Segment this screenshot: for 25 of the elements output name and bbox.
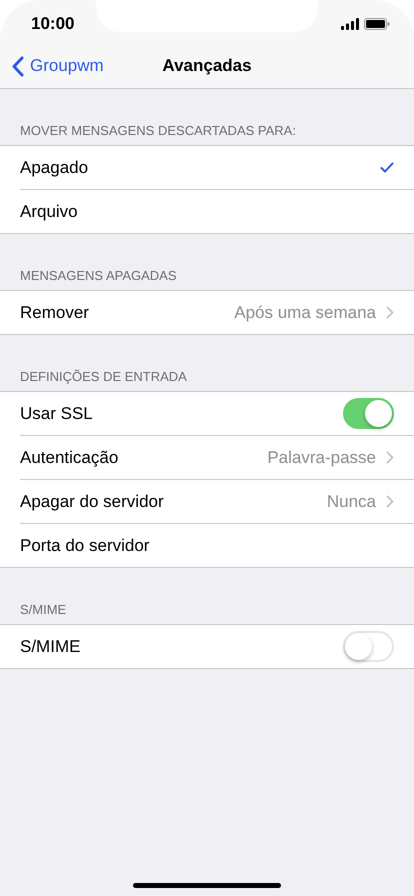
row-value: Palavra-passe — [267, 448, 376, 468]
status-time: 10:00 — [31, 13, 74, 34]
chevron-right-icon — [386, 495, 394, 508]
battery-icon — [364, 18, 390, 30]
row-label[interactable]: Autenticação — [20, 448, 268, 468]
toggle-switch[interactable] — [343, 398, 394, 429]
chevron-right-icon — [386, 306, 394, 319]
row-value: Nunca — [326, 492, 376, 512]
row-label[interactable]: Remover — [20, 302, 234, 322]
chevron-right-icon — [386, 451, 394, 464]
signal-icon — [341, 18, 359, 30]
row-label[interactable]: Arquivo — [20, 202, 394, 222]
back-button[interactable]: Groupwm — [12, 56, 104, 76]
row-label[interactable]: Apagado — [20, 158, 380, 178]
screen-title: Avançadas — [162, 56, 252, 76]
section-header: MOVER MENSAGENS DESCARTADAS PARA: — [20, 123, 296, 138]
section-header: DEFINIÇÕES DE ENTRADA — [20, 369, 187, 384]
row-label[interactable]: Usar SSL — [20, 404, 343, 424]
row-label[interactable]: Apagar do servidor — [20, 492, 327, 512]
row-value: Após uma semana — [234, 302, 376, 322]
section-header: S/MIME — [20, 602, 66, 617]
section-header: MENSAGENS APAGADAS — [20, 268, 177, 283]
row-label[interactable]: Porta do servidor — [20, 536, 394, 556]
back-chevron-icon — [12, 56, 24, 76]
row-label[interactable]: S/MIME — [20, 636, 343, 656]
